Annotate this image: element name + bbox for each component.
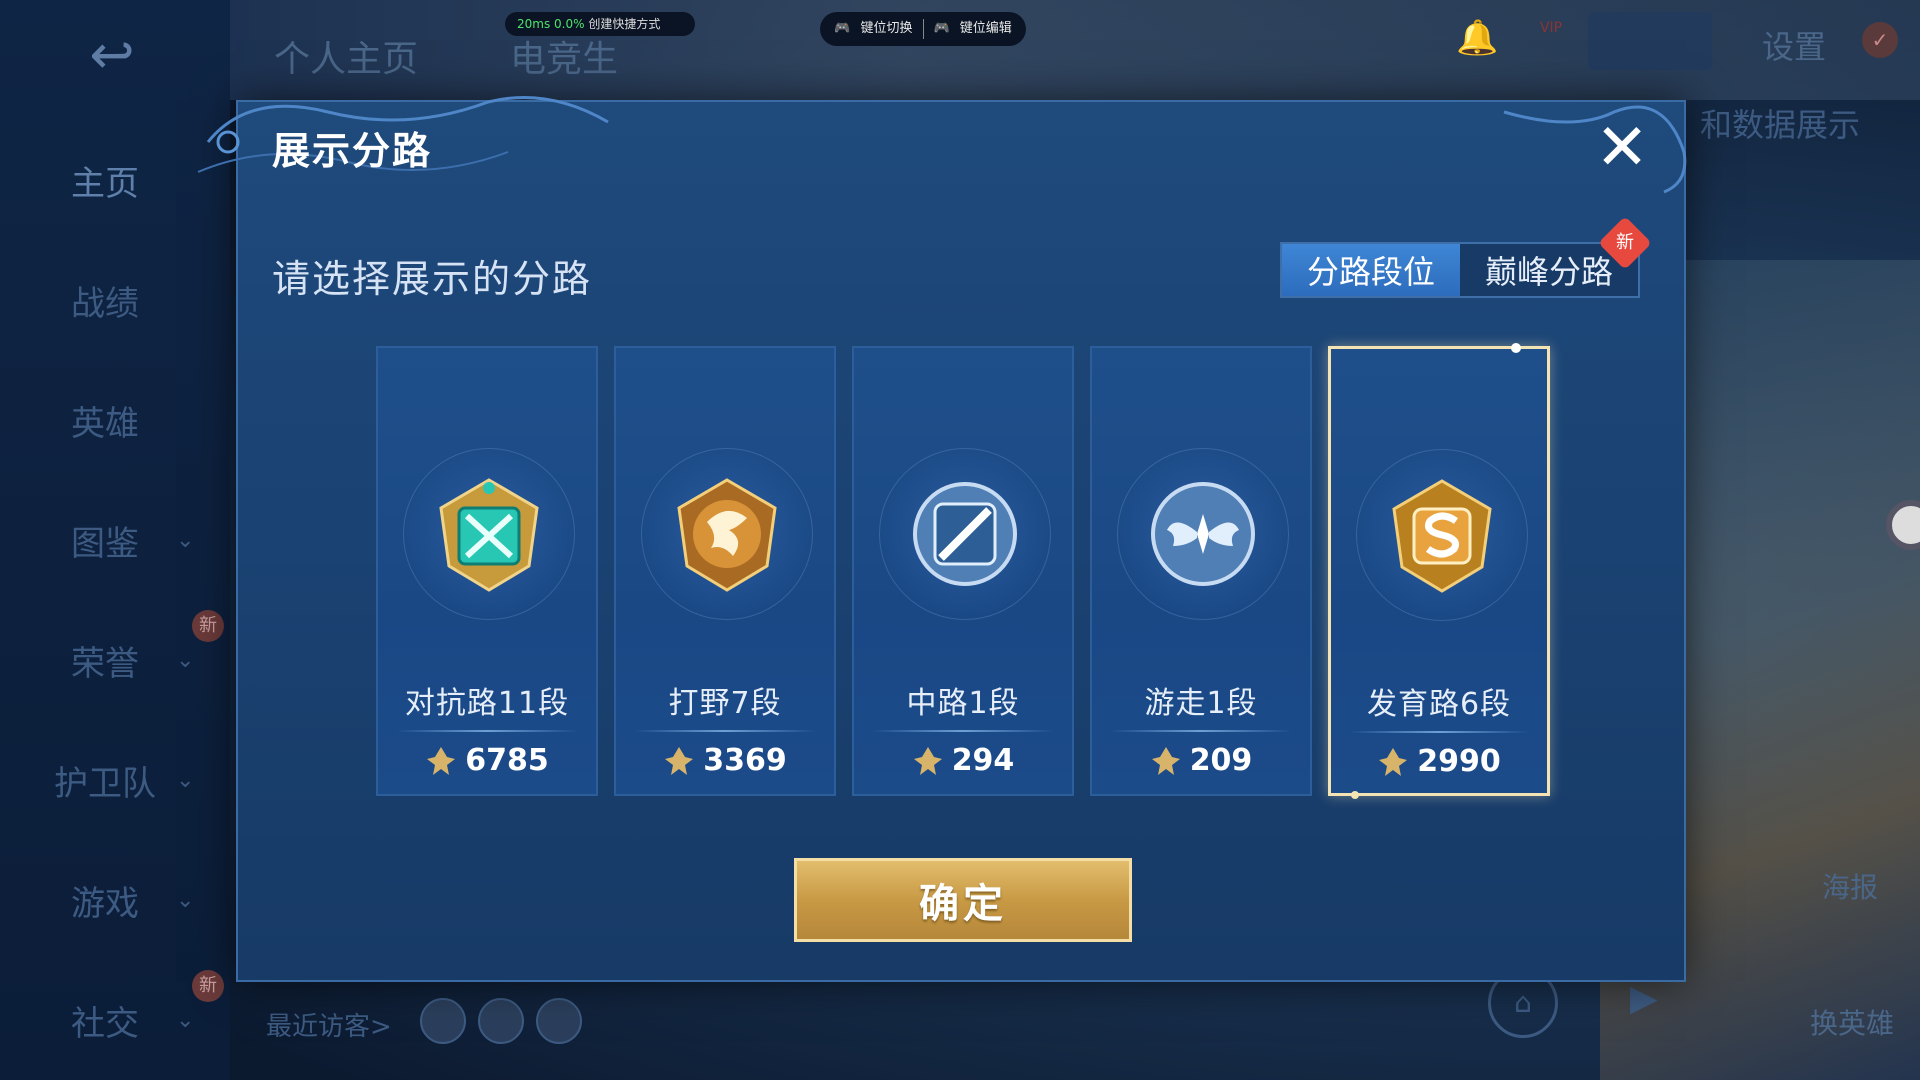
avatar[interactable] — [536, 998, 582, 1044]
points-value: 209 — [1189, 743, 1253, 778]
back-icon[interactable]: ↩ — [62, 28, 162, 82]
lane-card-roam[interactable]: 游走1段 209 — [1090, 346, 1312, 796]
swap-hero-button[interactable]: 换英雄 — [1810, 1002, 1894, 1042]
wings-emblem-icon — [1151, 482, 1255, 586]
sidebar-item-honor[interactable]: 荣誉 ⌄ — [40, 630, 220, 690]
chevron-down-icon: ⌄ — [176, 767, 195, 793]
data-show-label: 和数据展示 — [1700, 106, 1861, 144]
points-icon — [665, 746, 694, 775]
sidebar-item-heroes[interactable]: 英雄 — [40, 390, 220, 450]
sidebar-item-social[interactable]: 社交 ⌄ — [40, 990, 220, 1050]
lane-tab-group: 分路段位 巅峰分路 新 — [1280, 216, 1652, 298]
shortcut-text[interactable]: 创建快捷方式 — [588, 17, 660, 31]
selection-dot — [1351, 791, 1359, 799]
sidebar-item-label: 社交 — [71, 1003, 139, 1044]
tab-peak-lane[interactable]: 巅峰分路 新 — [1460, 216, 1652, 296]
sidebar-item-label: 主页 — [71, 163, 139, 204]
chevron-down-icon: ⌄ — [176, 527, 195, 553]
lane-display-modal: 展示分路 ✕ 请选择展示的分路 分路段位 巅峰分路 新 对抗路11段 6785 — [197, 96, 1687, 982]
event-box[interactable] — [1588, 12, 1712, 70]
vip-label: VIP — [1539, 20, 1563, 36]
lane-card-mid[interactable]: 中路1段 294 — [852, 346, 1074, 796]
key-switch-button[interactable]: 键位切换 — [860, 12, 912, 46]
loss-text: 0.0% — [554, 17, 585, 31]
vip-icon[interactable]: VIP — [1530, 20, 1572, 66]
lane-card-jungle[interactable]: 打野7段 3369 — [614, 346, 836, 796]
sidebar-item-label: 英雄 — [71, 403, 139, 444]
points-value: 294 — [951, 743, 1015, 778]
lane-points: 6785 — [378, 743, 596, 778]
points-icon — [1151, 746, 1180, 775]
confirm-button[interactable]: 确定 — [794, 858, 1132, 942]
sidebar-item-codex[interactable]: 图鉴 ⌄ — [40, 510, 220, 570]
lane-card-list: 对抗路11段 6785 打野7段 3369 中路1段 294 游走1段 209 … — [376, 343, 1576, 799]
selection-dot — [1511, 343, 1521, 353]
divider — [872, 730, 1054, 732]
gamepad-icon: 🎮 — [834, 21, 851, 36]
network-status: 20ms 0.0% 创建快捷方式 — [505, 12, 695, 36]
key-bar: 🎮 键位切换 🎮 键位编辑 — [820, 12, 1026, 46]
lane-card-farm[interactable]: 发育路6段 2990 — [1328, 343, 1550, 799]
avatar[interactable] — [478, 998, 524, 1044]
sidebar-item-label: 荣誉 — [71, 643, 139, 684]
latency-text: 20ms — [517, 17, 551, 31]
points-value: 6785 — [465, 743, 549, 778]
crossed-swords-emblem-icon — [439, 478, 539, 592]
lane-rank-label: 对抗路11段 — [404, 686, 570, 721]
avatar[interactable] — [420, 998, 466, 1044]
lane-points: 3369 — [616, 743, 834, 778]
lane-points: 2990 — [1331, 744, 1547, 779]
chevron-down-icon: ⌄ — [176, 1007, 195, 1033]
points-value: 3369 — [703, 743, 787, 778]
divider — [1110, 730, 1292, 732]
check-icon: ✓ — [1862, 22, 1898, 58]
points-icon — [913, 746, 942, 775]
tab-personal-home[interactable]: 个人主页 — [274, 30, 418, 82]
play-icon[interactable]: ▶ — [1630, 978, 1658, 1019]
points-icon — [1379, 747, 1408, 776]
tab-label: 巅峰分路 — [1484, 253, 1613, 291]
sidebar: ↩ 主页 战绩 英雄 图鉴 ⌄ 新 荣誉 ⌄ 护卫队 ⌄ 游戏 ⌄ 新 社交 ⌄ — [0, 0, 230, 1080]
poster-button[interactable]: 海报 — [1822, 866, 1878, 906]
gamepad-icon: 🎮 — [933, 21, 950, 36]
lane-rank-label: 游走1段 — [1144, 686, 1258, 721]
close-icon[interactable]: ✕ — [1592, 116, 1652, 180]
lane-rank-label: 发育路6段 — [1366, 687, 1512, 722]
lane-rank-label: 中路1段 — [906, 686, 1020, 721]
sidebar-item-record[interactable]: 战绩 — [40, 270, 220, 330]
dragon-emblem-icon — [677, 478, 777, 592]
lane-points: 294 — [854, 743, 1072, 778]
marksman-emblem-icon — [1392, 479, 1492, 593]
sidebar-item-guard[interactable]: 护卫队 ⌄ — [40, 750, 220, 810]
key-edit-button[interactable]: 键位编辑 — [960, 12, 1012, 46]
divider — [634, 730, 816, 732]
divider — [396, 730, 578, 732]
modal-title: 展示分路 — [272, 129, 433, 173]
sidebar-item-label: 护卫队 — [54, 763, 156, 804]
lane-card-top[interactable]: 对抗路11段 6785 — [376, 346, 598, 796]
sidebar-item-home[interactable]: 主页 — [40, 150, 220, 210]
recent-visitors-link[interactable]: 最近访客> — [266, 1006, 392, 1043]
tab-label: 分路段位 — [1306, 253, 1435, 291]
tab-esports[interactable]: 电竞生 — [510, 30, 618, 82]
bell-icon[interactable]: 🔔 — [1456, 18, 1498, 58]
sidebar-item-label: 图鉴 — [71, 523, 139, 564]
settings-button[interactable]: 设置 — [1762, 22, 1826, 68]
sidebar-item-game[interactable]: 游戏 ⌄ — [40, 870, 220, 930]
lane-rank-label: 打野7段 — [668, 686, 782, 721]
divider — [1349, 731, 1529, 733]
tab-lane-rank[interactable]: 分路段位 — [1282, 244, 1460, 296]
mid-lane-emblem-icon — [913, 482, 1017, 586]
modal-subtitle: 请选择展示的分路 — [272, 257, 593, 301]
chevron-down-icon: ⌄ — [176, 887, 195, 913]
points-value: 2990 — [1417, 744, 1501, 779]
sidebar-item-label: 战绩 — [71, 283, 139, 324]
lane-points: 209 — [1092, 743, 1310, 778]
points-icon — [427, 746, 456, 775]
sidebar-item-label: 游戏 — [71, 883, 139, 924]
divider — [922, 19, 924, 39]
chevron-down-icon: ⌄ — [176, 647, 195, 673]
